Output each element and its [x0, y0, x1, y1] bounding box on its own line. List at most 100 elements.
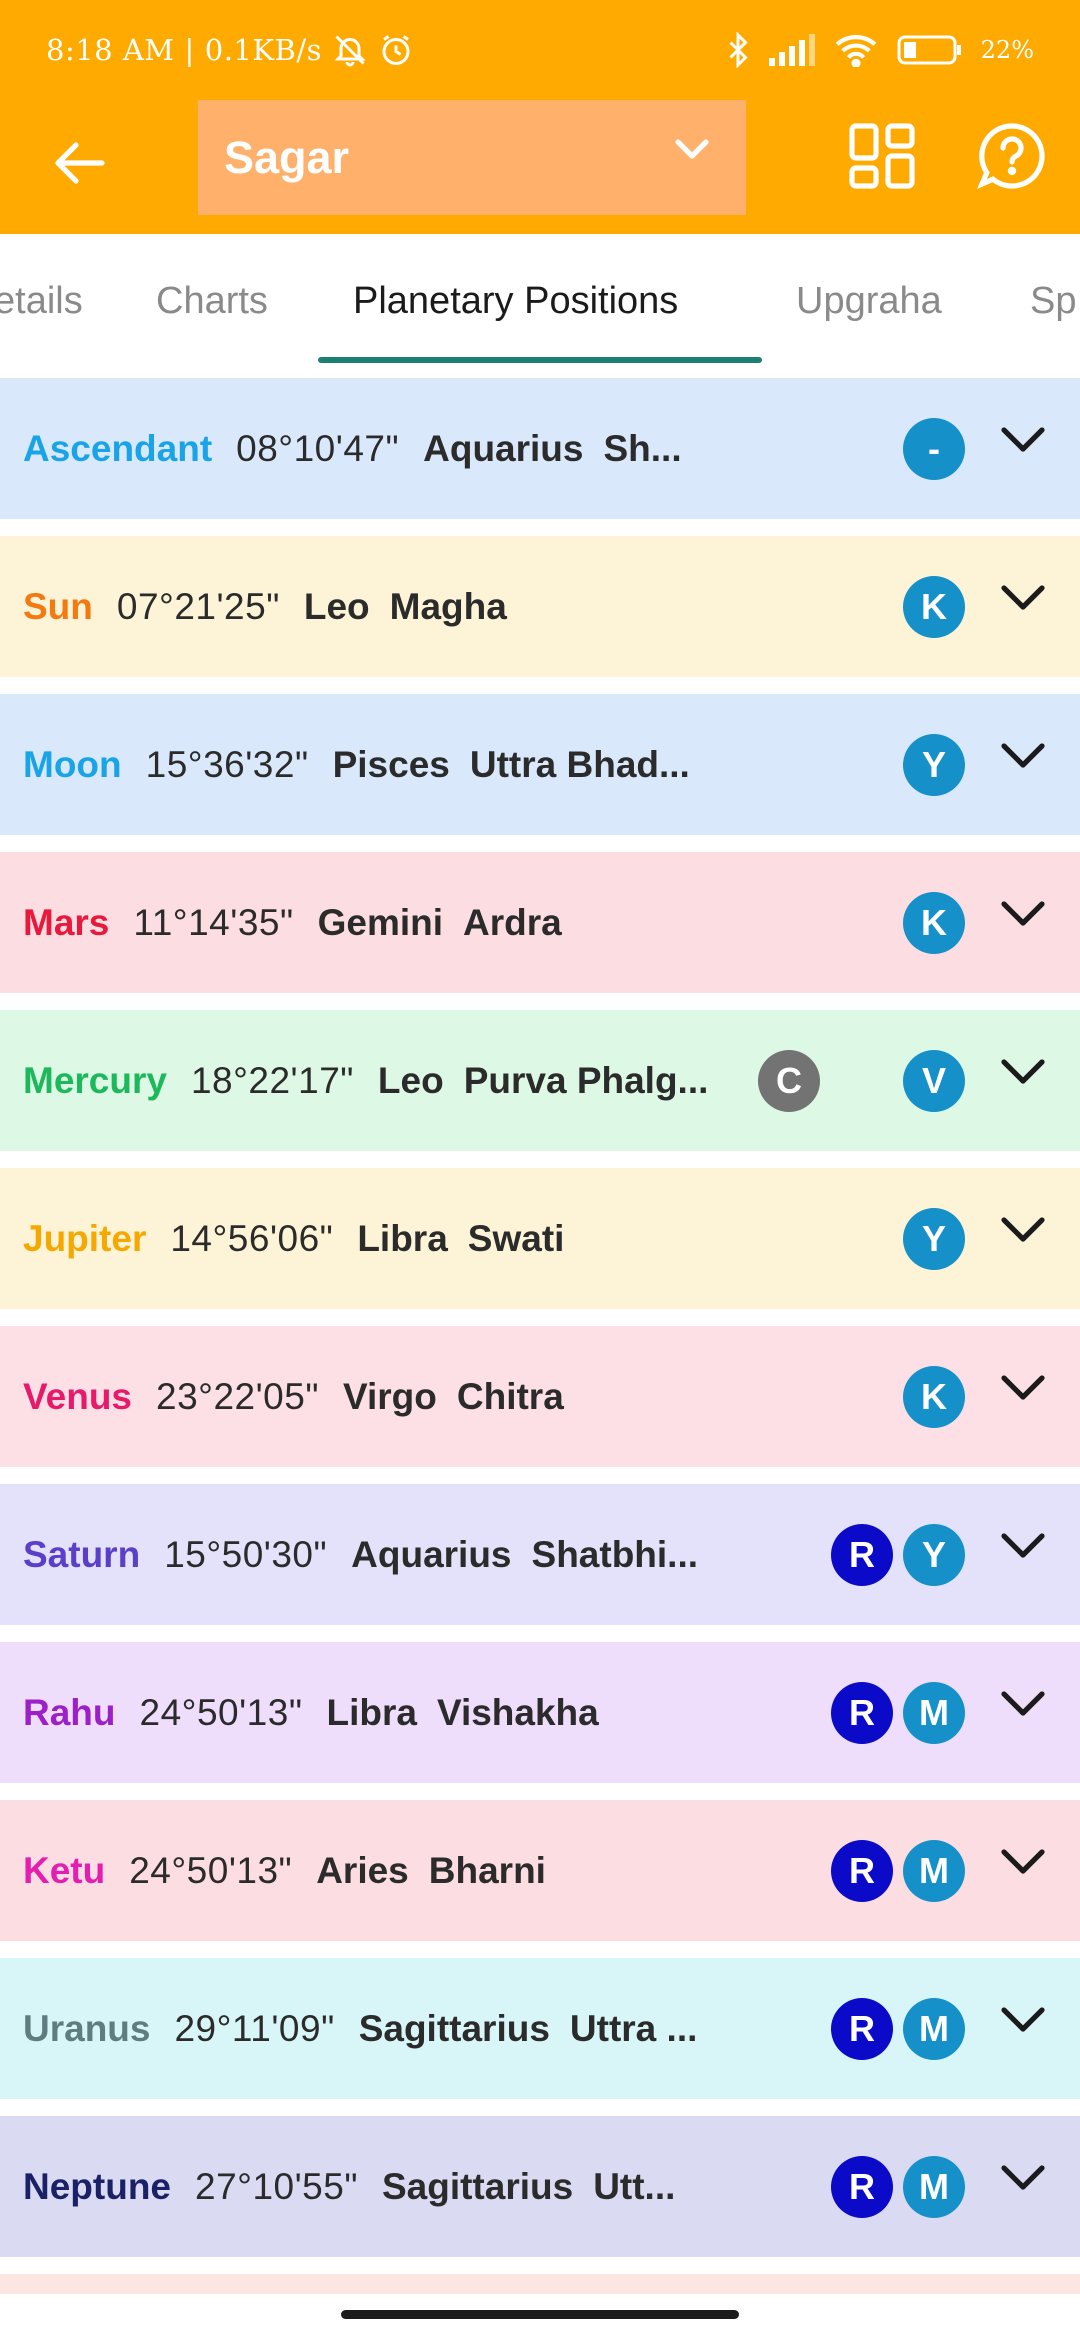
back-button[interactable] — [40, 125, 120, 205]
planet-name: Sun — [23, 585, 93, 627]
chevron-down-icon[interactable] — [1000, 1058, 1046, 1093]
planet-name: Mars — [23, 901, 110, 943]
planet-name: Ketu — [23, 1849, 106, 1891]
help-button[interactable] — [976, 120, 1048, 192]
help-circle-icon — [976, 123, 1048, 196]
planet-degree: 23°22'05" — [156, 1375, 319, 1417]
mute-bell-icon — [332, 32, 368, 68]
chevron-down-icon[interactable] — [1000, 1532, 1046, 1567]
planet-badge: R — [831, 1524, 893, 1586]
planet-sign: Virgo — [342, 1375, 437, 1417]
planet-badge: V — [903, 1050, 965, 1112]
planet-badge: K — [903, 1366, 965, 1428]
chevron-down-icon[interactable] — [1000, 742, 1046, 777]
battery-icon — [897, 34, 963, 66]
planet-name: Uranus — [23, 2007, 151, 2049]
planet-name: Saturn — [23, 1533, 141, 1575]
planet-row-mercury[interactable]: Mercury 18°22'17" Leo Purva Phalg... C V — [0, 1010, 1080, 1151]
planet-row-mars[interactable]: Mars 11°14'35" Gemini Ardra K — [0, 852, 1080, 993]
status-left: 8:18 AM | 0.1KB/s — [46, 28, 414, 72]
planet-nakshatra: Chitra — [456, 1375, 564, 1417]
planet-badge: K — [903, 576, 965, 638]
planet-badge: M — [903, 1998, 965, 2060]
chevron-down-icon[interactable] — [1000, 2006, 1046, 2041]
profile-selector[interactable]: Sagar — [198, 100, 746, 215]
planet-row-rahu[interactable]: Rahu 24°50'13" Libra Vishakha R M — [0, 1642, 1080, 1783]
chevron-down-icon[interactable] — [1000, 1374, 1046, 1409]
planet-row-text: Ketu 24°50'13" Aries Bharni — [23, 1800, 546, 1941]
layout-button[interactable] — [846, 120, 918, 192]
planet-nakshatra: Purva Phalg... — [463, 1059, 709, 1101]
planet-badge: - — [903, 418, 965, 480]
planet-nakshatra: Sh... — [603, 427, 682, 469]
planet-row-saturn[interactable]: Saturn 15°50'30" Aquarius Shatbhi... R Y — [0, 1484, 1080, 1625]
planet-row-sun[interactable]: Sun 07°21'25" Leo Magha K — [0, 536, 1080, 677]
planet-badge: C — [758, 1050, 820, 1112]
planet-row-ketu[interactable]: Ketu 24°50'13" Aries Bharni R M — [0, 1800, 1080, 1941]
planet-degree: 15°50'30" — [164, 1533, 328, 1575]
status-time: 8:18 AM — [46, 33, 175, 67]
chevron-down-icon[interactable] — [1000, 1216, 1046, 1251]
planet-sign: Pisces — [332, 743, 450, 785]
planet-row-uranus[interactable]: Uranus 29°11'09" Sagittarius Uttra ... R M — [0, 1958, 1080, 2099]
planet-degree: 24°50'13" — [129, 1849, 293, 1891]
planet-badge: M — [903, 2156, 965, 2218]
signal-icon — [768, 34, 815, 66]
planet-nakshatra: Bharni — [428, 1849, 546, 1891]
planet-degree: 14°56'06" — [170, 1217, 334, 1259]
planet-row-text: Venus 23°22'05" Virgo Chitra — [23, 1326, 564, 1467]
planet-row-moon[interactable]: Moon 15°36'32" Pisces Uttra Bhad... Y — [0, 694, 1080, 835]
battery-percent: 22% — [980, 36, 1034, 64]
wifi-icon — [833, 33, 879, 67]
planet-badge: R — [831, 1840, 893, 1902]
planet-nakshatra: Shatbhi... — [531, 1533, 699, 1575]
chevron-down-icon[interactable] — [1000, 426, 1046, 461]
planet-badge: Y — [903, 734, 965, 796]
chevron-down-icon[interactable] — [1000, 2164, 1046, 2199]
planet-badge: K — [903, 892, 965, 954]
planet-sign: Sagittarius — [358, 2007, 550, 2049]
planet-sign: Aquarius — [423, 427, 584, 469]
tab-details[interactable]: etails — [0, 234, 83, 364]
planet-nakshatra: Vishakha — [436, 1691, 599, 1733]
planet-badge: R — [831, 2156, 893, 2218]
planet-row-text: Jupiter 14°56'06" Libra Swati — [23, 1168, 564, 1309]
chevron-down-icon[interactable] — [1000, 1848, 1046, 1883]
planet-row-venus[interactable]: Venus 23°22'05" Virgo Chitra K — [0, 1326, 1080, 1467]
planet-row-ascendant[interactable]: Ascendant 08°10'47" Aquarius Sh... - — [0, 378, 1080, 519]
planet-row-text: Ascendant 08°10'47" Aquarius Sh... — [23, 378, 682, 519]
tab-charts[interactable]: Charts — [156, 234, 268, 364]
tab-upgraha[interactable]: Upgraha — [796, 234, 942, 364]
planet-name: Moon — [23, 743, 122, 785]
planet-name: Mercury — [23, 1059, 167, 1101]
planet-sign: Aries — [316, 1849, 409, 1891]
chevron-down-icon[interactable] — [1000, 900, 1046, 935]
chevron-down-icon[interactable] — [1000, 1690, 1046, 1725]
chevron-down-icon[interactable] — [1000, 584, 1046, 619]
planet-nakshatra: Swati — [467, 1217, 565, 1259]
status-divider: | — [184, 33, 195, 67]
planet-row-text: Moon 15°36'32" Pisces Uttra Bhad... — [23, 694, 690, 835]
planet-row-jupiter[interactable]: Jupiter 14°56'06" Libra Swati Y — [0, 1168, 1080, 1309]
planet-sign: Gemini — [317, 901, 444, 943]
planet-degree: 07°21'25" — [116, 585, 280, 627]
planet-row-partial — [0, 2274, 1080, 2294]
planet-row-text: Uranus 29°11'09" Sagittarius Uttra ... — [23, 1958, 697, 2099]
status-bar: 8:18 AM | 0.1KB/s 22% — [0, 0, 1080, 100]
planet-degree: 29°11'09" — [174, 2007, 335, 2049]
planet-badge: M — [903, 1682, 965, 1744]
planet-sign: Leo — [303, 585, 370, 627]
planet-row-neptune[interactable]: Neptune 27°10'55" Sagittarius Utt... R M — [0, 2116, 1080, 2257]
planet-degree: 08°10'47" — [236, 427, 400, 469]
planet-badge: M — [903, 1840, 965, 1902]
planet-degree: 11°14'35" — [133, 901, 294, 943]
arrow-left-icon — [54, 141, 106, 190]
tab-sp[interactable]: Sp — [1030, 234, 1076, 364]
planet-nakshatra: Uttra ... — [569, 2007, 698, 2049]
planet-row-text: Saturn 15°50'30" Aquarius Shatbhi... — [23, 1484, 698, 1625]
tab-planetary-positions[interactable]: Planetary Positions — [353, 234, 678, 364]
status-right: 22% — [725, 28, 1034, 72]
toolbar: Sagar — [0, 100, 1080, 234]
profile-name: Sagar — [224, 131, 350, 183]
planet-sign: Aquarius — [351, 1533, 512, 1575]
